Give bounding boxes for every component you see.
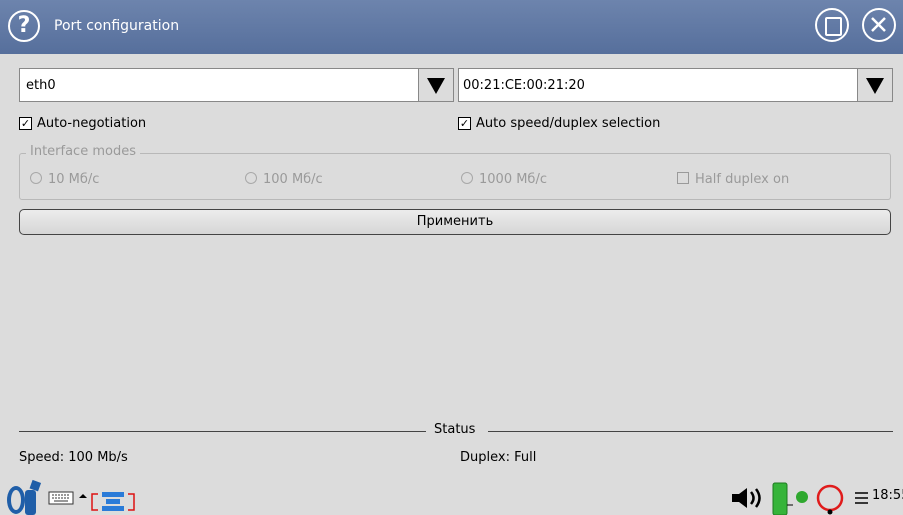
title-bar: ? Port configuration: [0, 0, 903, 54]
half-duplex-checkbox[interactable]: Half duplex on: [677, 172, 789, 187]
radio-100mb[interactable]: 100 Мб/с: [245, 172, 323, 187]
half-duplex-label: Half duplex on: [695, 172, 790, 187]
clock: 18:55: [872, 488, 903, 503]
checkbox-icon: [677, 172, 689, 184]
speed-value: Speed: 100 Mb/s: [19, 450, 128, 465]
menu-launcher-icon[interactable]: [4, 478, 44, 515]
apply-button[interactable]: Применить: [19, 209, 891, 235]
close-button[interactable]: [862, 8, 896, 42]
radio-icon: [461, 172, 473, 184]
keyboard-icon[interactable]: [48, 490, 74, 506]
auto-speed-label: Auto speed/duplex selection: [476, 116, 661, 131]
auto-speed-checkbox[interactable]: ✓ Auto speed/duplex selection: [458, 116, 678, 132]
dropdown-arrow-icon[interactable]: [418, 69, 453, 101]
interface-modes-title: Interface modes: [26, 144, 140, 159]
radio-100mb-label: 100 Мб/с: [263, 172, 323, 187]
checkmark-icon: ✓: [19, 117, 32, 130]
duplex-value: Duplex: Full: [460, 450, 537, 465]
maximize-icon: [825, 17, 842, 36]
interface-select-value: eth0: [26, 78, 56, 93]
status-led-icon: [796, 491, 808, 503]
radio-10mb-label: 10 Мб/с: [48, 172, 100, 187]
speaker-icon[interactable]: [728, 485, 766, 511]
input-switch-icon[interactable]: [76, 490, 138, 512]
maximize-button[interactable]: [815, 8, 849, 42]
radio-icon: [30, 172, 42, 184]
interface-select[interactable]: eth0: [19, 68, 454, 102]
checkmark-icon: ✓: [458, 117, 471, 130]
radio-1000mb-label: 1000 Мб/с: [479, 172, 547, 187]
dropdown-arrow-icon[interactable]: [857, 69, 892, 101]
mac-address-value: 00:21:CE:00:21:20: [463, 78, 585, 93]
auto-negotiation-checkbox[interactable]: ✓ Auto-negotiation: [19, 116, 169, 132]
status-divider-right: [488, 431, 893, 432]
status-title: Status: [434, 422, 476, 437]
window-title: Port configuration: [54, 18, 180, 34]
radio-1000mb[interactable]: 1000 Мб/с: [461, 172, 547, 187]
radio-10mb[interactable]: 10 Мб/с: [30, 172, 99, 187]
question-icon: ?: [17, 13, 31, 38]
list-icon[interactable]: [854, 490, 870, 506]
auto-negotiation-label: Auto-negotiation: [37, 116, 147, 131]
record-icon[interactable]: [815, 482, 847, 515]
status-divider-left: [19, 431, 426, 432]
close-icon: [871, 17, 886, 32]
radio-icon: [245, 172, 257, 184]
help-button[interactable]: ?: [8, 10, 40, 42]
mac-address-select[interactable]: 00:21:CE:00:21:20: [458, 68, 893, 102]
